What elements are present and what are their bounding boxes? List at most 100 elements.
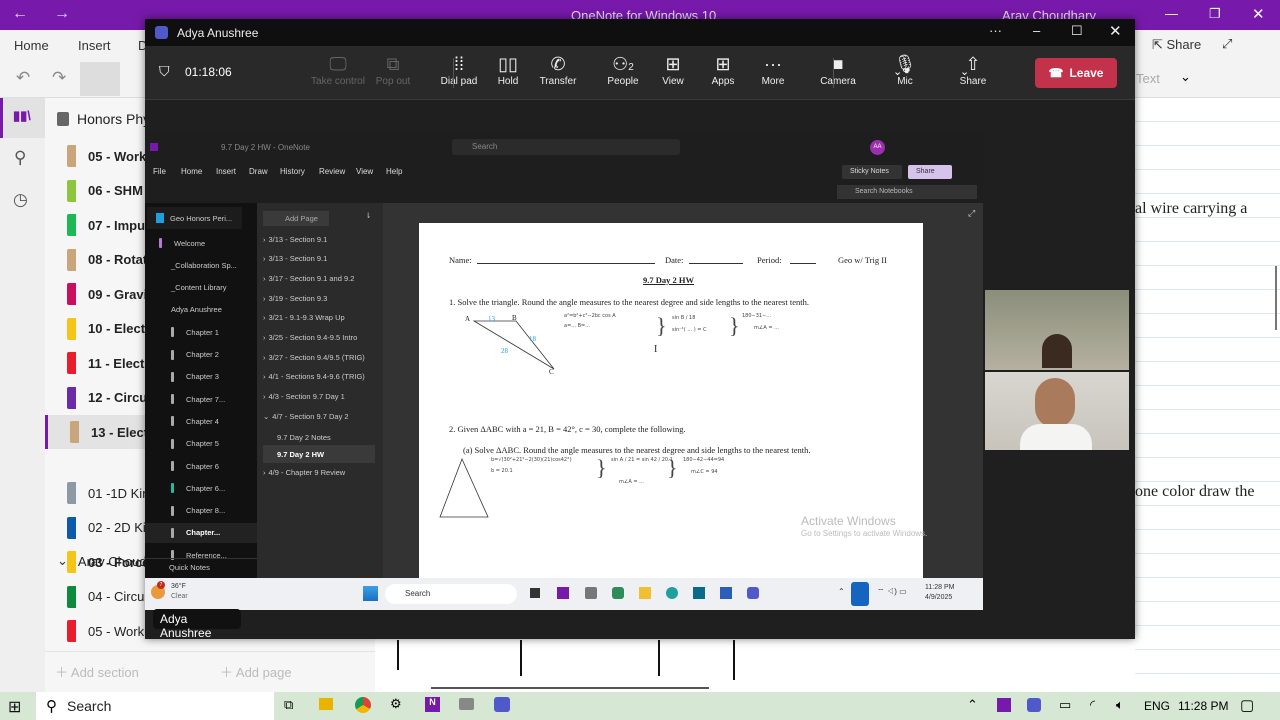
menu-help[interactable]: Help xyxy=(386,167,402,176)
file-explorer-icon[interactable] xyxy=(319,698,333,710)
shared-section-item[interactable]: Chapter 1 xyxy=(145,322,257,342)
clock[interactable]: 11:28 PM xyxy=(1178,699,1228,713)
sticky-notes-button[interactable]: Sticky Notes xyxy=(842,165,902,179)
leave-button[interactable]: ☎ Leave xyxy=(1035,58,1117,88)
menu-draw[interactable]: Draw xyxy=(249,167,268,176)
restore-icon[interactable]: ❐ xyxy=(1209,6,1221,22)
share-button[interactable]: ⇱ Share xyxy=(1152,37,1201,53)
forward-icon[interactable]: → xyxy=(54,5,70,23)
menu-file[interactable]: File xyxy=(153,167,166,176)
recent-clock-icon[interactable]: ◷ xyxy=(13,190,28,210)
action-center-icon[interactable]: ▢ xyxy=(1240,696,1254,714)
shared-section-item[interactable]: _Collaboration Sp... xyxy=(145,255,257,275)
page-item[interactable]: › 3/13 - Section 9.1 xyxy=(263,230,375,248)
onenote-icon[interactable] xyxy=(557,587,569,599)
tab-home[interactable]: Home xyxy=(14,38,49,53)
shared-section-item[interactable]: Adya Anushree xyxy=(145,300,257,320)
shared-section-item[interactable]: Chapter 2 xyxy=(145,345,257,365)
minimize-icon[interactable]: — xyxy=(1165,6,1178,21)
view-button[interactable]: ⊞ View xyxy=(646,54,700,87)
add-page-button[interactable]: Add Page xyxy=(263,211,329,226)
onenote-icon[interactable]: N xyxy=(425,697,440,712)
apps-button[interactable]: ⊞ Apps xyxy=(696,54,750,87)
tab-insert[interactable]: Insert xyxy=(78,38,111,53)
shared-clock-date[interactable]: 4/9/2025 xyxy=(925,594,952,601)
shared-section-item[interactable]: Chapter 5 xyxy=(145,434,257,454)
page-item[interactable]: › 4/1 - Sections 9.4-9.6 (TRIG) xyxy=(263,368,375,386)
undo-icon[interactable]: ↶ xyxy=(16,68,30,88)
shared-section-item[interactable]: _Content Library xyxy=(145,278,257,298)
camera-app-icon[interactable] xyxy=(585,587,597,599)
transfer-button[interactable]: ✆ Transfer xyxy=(531,54,585,87)
volume-icon[interactable]: 🔈︎ xyxy=(1116,697,1124,713)
teams-tray-icon[interactable] xyxy=(1027,698,1041,712)
wifi-icon[interactable]: ◜ xyxy=(1090,697,1095,713)
lasso-select-button[interactable] xyxy=(80,62,120,96)
expand-icon[interactable]: ⤢ xyxy=(1222,36,1232,52)
mic-button[interactable]: 🎙︎ Mic xyxy=(878,54,932,87)
pop-out-button[interactable]: ⧉ Pop out xyxy=(366,54,420,87)
page-item[interactable]: 9.7 Day 2 HW xyxy=(263,445,375,463)
add-page-button[interactable]: ＋ Add page xyxy=(220,662,292,681)
sort-icon[interactable]: ⇂ xyxy=(365,211,371,220)
menu-review[interactable]: Review xyxy=(319,167,345,176)
video-tile-self[interactable] xyxy=(985,372,1129,450)
windows-start-icon[interactable] xyxy=(363,586,378,601)
redo-icon[interactable]: ↷ xyxy=(52,68,66,88)
teams-icon[interactable] xyxy=(747,587,759,599)
shared-section-item[interactable]: Chapter 6... xyxy=(145,478,257,498)
people-button[interactable]: ⚇2 People xyxy=(596,54,650,87)
video-tile-participant[interactable] xyxy=(985,290,1129,370)
note-canvas[interactable]: al wire carrying a one color draw the xyxy=(1135,98,1280,692)
shared-section-item[interactable]: Welcome xyxy=(145,233,257,253)
close-icon[interactable]: ✕ xyxy=(1252,5,1265,23)
font-style-label[interactable]: Text xyxy=(1136,71,1160,86)
back-icon[interactable]: ← xyxy=(12,5,28,23)
hold-button[interactable]: ▯▯ Hold xyxy=(481,54,535,87)
take-control-button[interactable]: 🖵 Take control xyxy=(311,54,365,87)
store-icon[interactable] xyxy=(693,587,705,599)
page-item[interactable]: 9.7 Day 2 Notes xyxy=(263,428,375,446)
microphone-tray-icon[interactable] xyxy=(851,582,869,606)
notebooks-nav-button[interactable]: ▮▮\ xyxy=(0,98,45,138)
file-explorer-icon[interactable] xyxy=(639,587,651,599)
shared-section-item[interactable]: Chapter 3 xyxy=(145,367,257,387)
menu-history[interactable]: History xyxy=(280,167,305,176)
taskbar-search-box[interactable]: ⚲ Search xyxy=(36,692,274,720)
shared-section-item[interactable]: Chapter 8... xyxy=(145,501,257,521)
shared-taskbar-search[interactable]: Search xyxy=(385,584,517,604)
page-item[interactable]: › 4/3 - Section 9.7 Day 1 xyxy=(263,388,375,406)
shared-section-item[interactable]: Chapter... xyxy=(145,522,257,543)
menu-view[interactable]: View xyxy=(356,167,373,176)
page-item[interactable]: › 3/21 - 9.1-9.3 Wrap Up xyxy=(263,309,375,327)
add-section-button[interactable]: ＋ Add section xyxy=(55,662,139,681)
settings-gear-icon[interactable]: ⚙ xyxy=(390,696,402,712)
maximize-icon[interactable]: ☐ xyxy=(1071,23,1083,39)
quick-notes[interactable]: Quick Notes xyxy=(169,563,210,572)
homework-page[interactable]: Name: Date: Period: Geo w/ Trig II 9.7 D… xyxy=(419,223,927,578)
network-volume-battery-icons[interactable]: ⌔ ◁) ▭ xyxy=(877,587,907,597)
camera-button[interactable]: ■ Camera xyxy=(811,54,865,87)
search-notebooks-box[interactable]: Search Notebooks xyxy=(837,185,977,199)
copilot-app-icon[interactable] xyxy=(612,587,624,599)
shared-clock-time[interactable]: 11:28 PM xyxy=(925,584,954,591)
page-item[interactable]: › 4/9 - Chapter 9 Review xyxy=(263,463,375,481)
dial-pad-button[interactable]: ⁞⁞ Dial pad xyxy=(432,54,486,87)
scrollbar[interactable] xyxy=(1275,266,1277,330)
chevron-up-icon[interactable]: ⌃ xyxy=(967,697,978,713)
shared-share-button[interactable]: Share xyxy=(908,165,952,179)
battery-icon[interactable]: ▭ xyxy=(1059,697,1071,713)
page-item[interactable]: › 3/13 - Section 9.1 xyxy=(263,250,375,268)
page-item[interactable]: › 3/19 - Section 9.3 xyxy=(263,289,375,307)
shared-section-item[interactable]: Chapter 4 xyxy=(145,411,257,431)
page-item[interactable]: › 3/25 - Section 9.4-9.5 Intro xyxy=(263,329,375,347)
windows-start-icon[interactable]: ⊞ xyxy=(8,697,21,717)
shared-section-item[interactable]: Chapter 6 xyxy=(145,456,257,476)
close-icon[interactable]: ✕ xyxy=(1109,22,1122,40)
word-icon[interactable] xyxy=(720,587,732,599)
camera-options-chevron[interactable]: ⌄ xyxy=(893,65,902,78)
avatar[interactable]: AA xyxy=(870,140,885,155)
chevron-down-icon[interactable]: ⌄ xyxy=(1180,69,1191,85)
more-button[interactable]: ··· More xyxy=(746,54,800,87)
page-item[interactable]: ⌄ 4/7 - Section 9.7 Day 2 xyxy=(263,407,375,425)
